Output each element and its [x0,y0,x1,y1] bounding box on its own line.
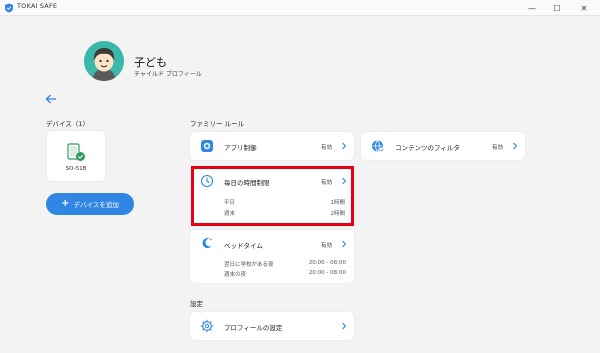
window-title: TOKAI SAFE [17,2,58,10]
profile-settings-card[interactable]: プロフィールの設定 [190,312,354,340]
app-control-card[interactable]: アプリ制御 有効 [190,132,354,160]
phone-check-icon [67,143,85,161]
devices-heading: デバイス（1） [46,120,89,128]
add-device-button[interactable]: + デバイスを追加 [46,193,134,215]
profile-name: 子ども [134,56,167,69]
shield-logo-icon [5,3,13,13]
chevron-right-icon [513,142,518,150]
title-bar: TOKAI SAFE — ☐ ✕ [0,0,600,16]
weekend-night-value: 20:00 - 08:00 [308,270,346,276]
app-control-status: 有効 [321,145,333,151]
highlight-box [191,166,354,226]
bedtime-status: 有効 [321,243,333,249]
profile-type: チャイルド プロフィール [134,71,202,78]
moon-stars-icon [202,238,213,249]
back-arrow-icon[interactable] [45,93,57,105]
gear-icon [200,319,214,333]
bedtime-label: ベッドタイム [224,242,263,250]
family-rules-heading: ファミリー ルール [190,120,245,128]
content-filter-card[interactable]: コンテンツのフィルタ 有効 [361,132,525,160]
bedtime-card[interactable]: ベッドタイム 有効 翌日に学校がある夜 20:00 - 08:00 週末の夜 2… [190,230,354,283]
school-night-value: 20:00 - 08:00 [308,260,346,266]
profile-settings-label: プロフィールの設定 [224,324,283,332]
chevron-right-icon [342,142,347,150]
school-night-label: 翌日に学校がある夜 [224,262,274,268]
content-filter-status: 有効 [492,145,504,151]
close-button[interactable]: ✕ [572,0,596,16]
device-card[interactable]: SO-51B [47,131,105,181]
add-device-label: デバイスを追加 [73,201,119,209]
chevron-right-icon [342,322,347,330]
settings-heading: 設定 [190,300,203,308]
maximize-button[interactable]: ☐ [545,0,569,16]
minimize-button[interactable]: — [520,0,544,16]
app-control-icon [201,140,213,152]
chevron-right-icon [342,240,347,248]
child-avatar [84,41,124,81]
content-filter-label: コンテンツのフィルタ [395,144,460,152]
device-name: SO-51B [65,166,87,172]
plus-icon: + [61,198,70,209]
app-control-label: アプリ制御 [224,144,257,152]
weekend-night-label: 週末の夜 [224,272,247,278]
child-face-icon [84,41,124,81]
globe-filter-icon [372,140,385,153]
